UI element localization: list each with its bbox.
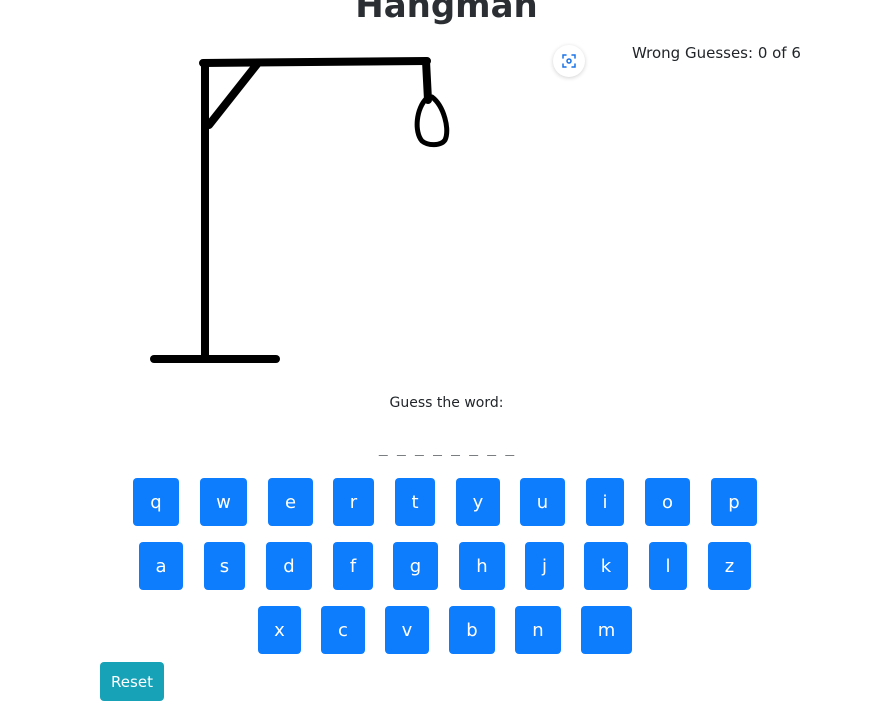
key-q[interactable]: q: [133, 478, 179, 526]
key-r[interactable]: r: [333, 478, 374, 526]
gallows-beam: [199, 57, 431, 67]
key-o[interactable]: o: [645, 478, 690, 526]
word-blanks: _ _ _ _ _ _ _ _: [378, 438, 515, 456]
noose-loop: [414, 94, 450, 148]
key-m[interactable]: m: [581, 606, 632, 654]
screenshot-button[interactable]: [553, 45, 585, 77]
key-t[interactable]: t: [395, 478, 435, 526]
noose-rope: [422, 57, 432, 104]
key-c[interactable]: c: [321, 606, 365, 654]
key-i[interactable]: i: [586, 478, 624, 526]
key-b[interactable]: b: [449, 606, 495, 654]
key-g[interactable]: g: [393, 542, 438, 590]
key-d[interactable]: d: [266, 542, 312, 590]
wrong-guesses-counter: Wrong Guesses: 0 of 6: [632, 44, 801, 62]
key-f[interactable]: f: [333, 542, 373, 590]
gallows-brace: [205, 59, 262, 129]
hangman-gallows: [150, 57, 450, 363]
key-u[interactable]: u: [520, 478, 565, 526]
key-v[interactable]: v: [385, 606, 429, 654]
key-p[interactable]: p: [711, 478, 757, 526]
key-j[interactable]: j: [525, 542, 564, 590]
key-n[interactable]: n: [515, 606, 561, 654]
screenshot-icon: [562, 54, 576, 68]
key-w[interactable]: w: [200, 478, 247, 526]
key-k[interactable]: k: [584, 542, 628, 590]
key-l[interactable]: l: [649, 542, 687, 590]
key-z[interactable]: z: [708, 542, 751, 590]
key-e[interactable]: e: [268, 478, 313, 526]
key-s[interactable]: s: [204, 542, 245, 590]
guess-prompt: Guess the word:: [389, 395, 504, 411]
key-x[interactable]: x: [258, 606, 301, 654]
key-a[interactable]: a: [139, 542, 183, 590]
key-h[interactable]: h: [459, 542, 505, 590]
reset-button[interactable]: Reset: [100, 662, 164, 701]
key-y[interactable]: y: [456, 478, 500, 526]
